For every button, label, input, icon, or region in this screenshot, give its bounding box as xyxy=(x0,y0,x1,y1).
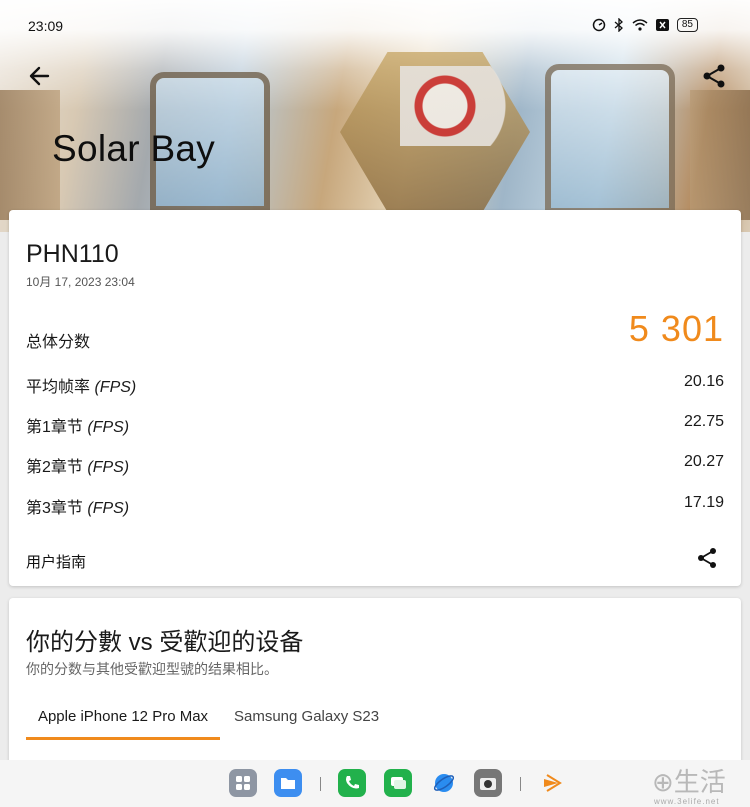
tab-iphone-12-pro-max[interactable]: Apple iPhone 12 Pro Max xyxy=(26,708,220,740)
site-watermark: ⊕生活 xyxy=(652,768,726,798)
total-score-value: 5 301 xyxy=(628,308,724,349)
compare-title: 你的分數 vs 受歡迎的设备 xyxy=(26,629,304,656)
total-score-label: 总体分数 xyxy=(26,334,91,351)
status-icons: 85 xyxy=(592,18,698,32)
3dmark-app-icon[interactable] xyxy=(538,769,566,797)
section2-fps-value: 20.27 xyxy=(683,453,724,470)
share-button-top[interactable] xyxy=(700,62,728,90)
messages-app-icon[interactable] xyxy=(384,769,412,797)
app-dock xyxy=(0,760,750,807)
browser-glyph-icon xyxy=(433,774,455,792)
hero-art-right-wall xyxy=(690,90,750,220)
camera-glyph-icon xyxy=(480,778,496,790)
page-title: Solar Bay xyxy=(52,128,216,169)
sim-off-icon xyxy=(655,19,669,31)
battery-indicator: 85 xyxy=(676,18,698,32)
folder-glyph-icon xyxy=(281,778,295,789)
section3-fps-value: 17.19 xyxy=(683,494,724,511)
phone-glyph-icon xyxy=(346,776,359,789)
grid-glyph-icon xyxy=(236,776,250,790)
hero-art-window-right xyxy=(545,64,675,214)
share-icon xyxy=(703,64,725,88)
3dmark-logo-icon xyxy=(544,774,562,792)
back-button[interactable] xyxy=(26,62,54,90)
share-result-button[interactable] xyxy=(695,546,719,570)
site-watermark-url: www.3elife.net xyxy=(654,797,720,806)
avg-fps-value: 20.16 xyxy=(683,373,724,390)
section3-fps-label: 第3章节 (FPS) xyxy=(26,500,130,517)
user-guide-link[interactable]: 用户指南 xyxy=(26,551,86,572)
share-icon xyxy=(698,548,716,568)
chat-glyph-icon xyxy=(391,777,406,789)
wifi-icon xyxy=(632,19,648,31)
test-date: 10月 17, 2023 23:04 xyxy=(26,275,135,289)
compare-card: 你的分數 vs 受歡迎的设备 你的分数与其他受歡迎型號的结果相比。 Apple … xyxy=(9,598,741,768)
hero-art-left-wall xyxy=(0,90,60,220)
result-card: PHN110 10月 17, 2023 23:04 总体分数 5 301 平均帧… xyxy=(9,210,741,586)
dock-separator xyxy=(320,777,321,791)
speed-icon xyxy=(592,18,606,32)
app-grid-icon[interactable] xyxy=(229,769,257,797)
browser-app-icon[interactable] xyxy=(430,769,458,797)
section1-fps-label: 第1章节 (FPS) xyxy=(26,419,130,436)
status-bar: 23:09 85 xyxy=(0,0,750,54)
compare-subtitle: 你的分数与其他受歡迎型號的结果相比。 xyxy=(26,661,278,677)
camera-app-icon[interactable] xyxy=(474,769,502,797)
status-time: 23:09 xyxy=(28,18,64,34)
bluetooth-icon xyxy=(614,18,623,32)
tab-samsung-galaxy-s23[interactable]: Samsung Galaxy S23 xyxy=(234,708,379,740)
avg-fps-label: 平均帧率 (FPS) xyxy=(26,379,137,396)
hero-art-robot xyxy=(400,66,550,146)
files-app-icon[interactable] xyxy=(274,769,302,797)
phone-app-icon[interactable] xyxy=(338,769,366,797)
arrow-left-icon xyxy=(29,66,50,86)
device-name: PHN110 xyxy=(26,240,119,268)
dock-separator xyxy=(520,777,521,791)
section2-fps-label: 第2章节 (FPS) xyxy=(26,459,130,476)
section1-fps-value: 22.75 xyxy=(683,413,724,430)
